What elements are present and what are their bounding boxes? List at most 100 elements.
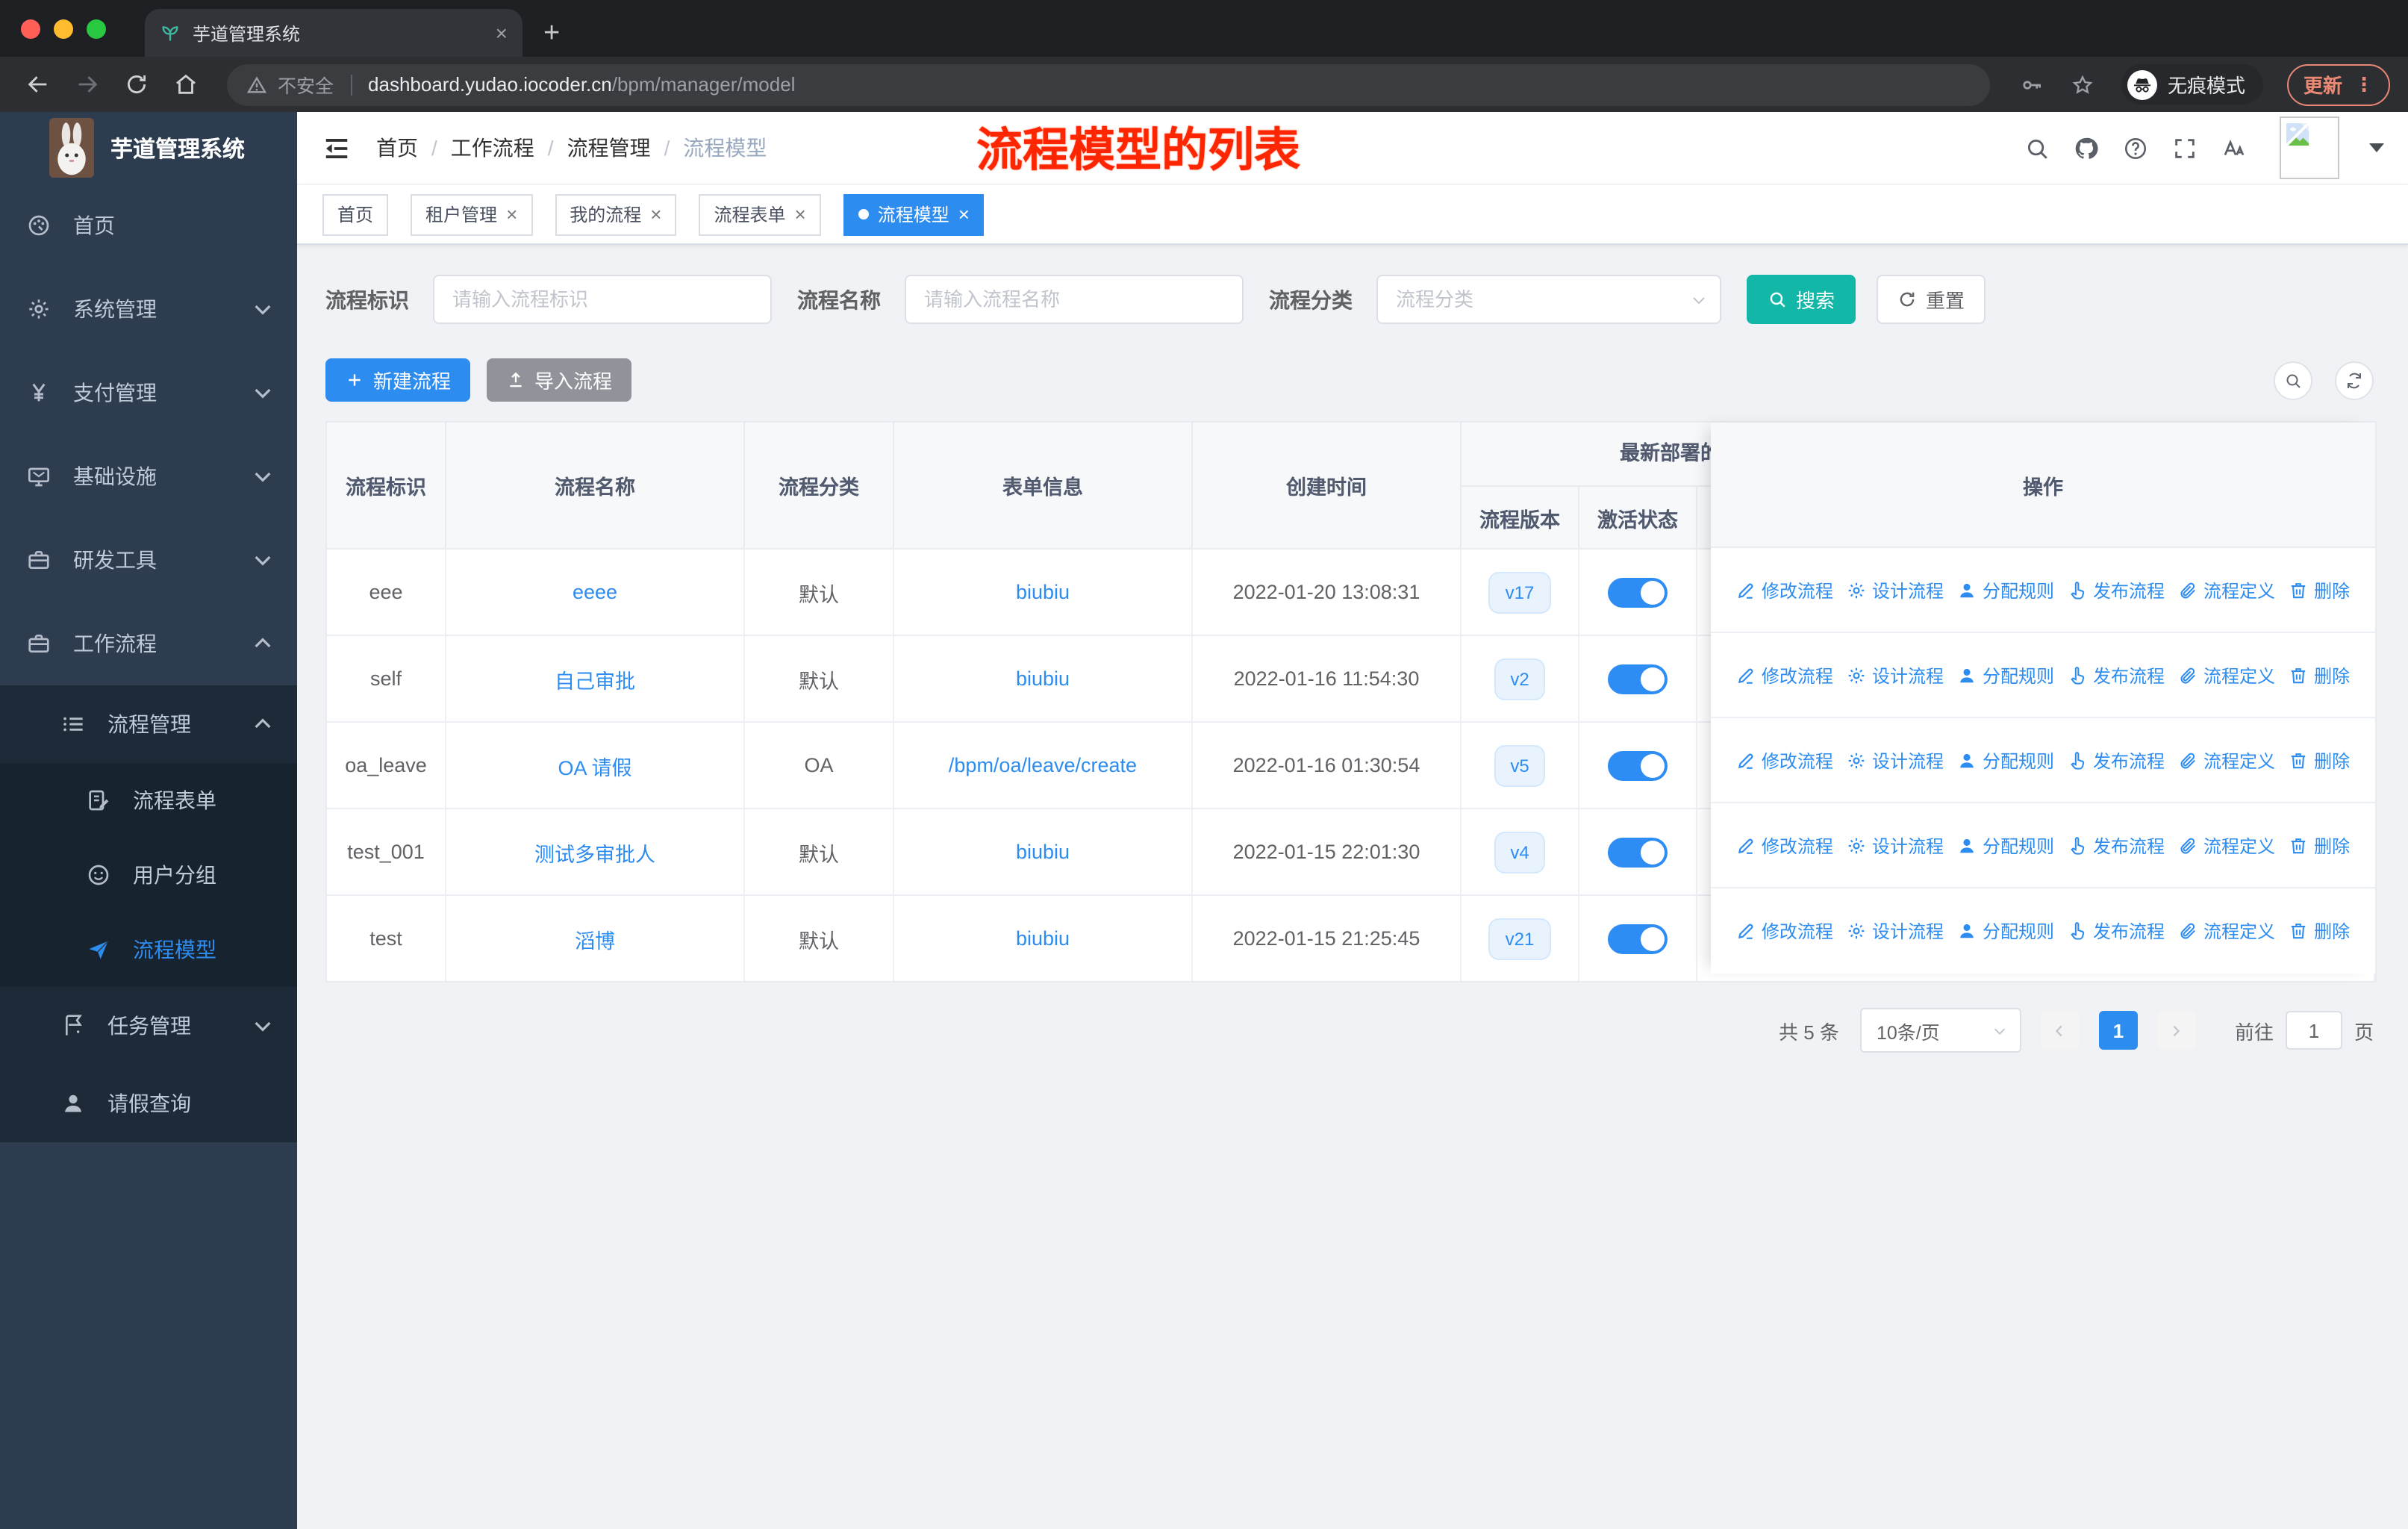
font-size-icon[interactable] [2221, 135, 2247, 161]
action-definition-link[interactable]: 流程定义 [2178, 662, 2275, 688]
address-bar[interactable]: 不安全 dashboard.yudao.iocoder.cn/bpm/manag… [227, 63, 1990, 105]
action-delete-link[interactable]: 删除 [2289, 747, 2350, 773]
action-design-link[interactable]: 设计流程 [1847, 918, 1944, 944]
breadcrumb-item[interactable]: 流程管理 [567, 133, 651, 163]
sidebar-item-system[interactable]: 系统管理 [0, 267, 297, 351]
security-label[interactable]: 不安全 [278, 70, 334, 99]
action-definition-link[interactable]: 流程定义 [2178, 577, 2275, 602]
breadcrumb-item[interactable]: 工作流程 [451, 133, 534, 163]
action-assign-link[interactable]: 分配规则 [1957, 662, 2054, 688]
action-modify-link[interactable]: 修改流程 [1736, 747, 1833, 773]
create-process-button[interactable]: 新建流程 [325, 358, 471, 402]
action-publish-link[interactable]: 发布流程 [2068, 662, 2165, 688]
maximize-window-button[interactable] [87, 19, 106, 38]
close-tab-icon[interactable]: × [496, 22, 508, 43]
active-toggle[interactable] [1608, 664, 1668, 694]
close-window-button[interactable] [21, 19, 40, 38]
user-avatar[interactable] [2280, 116, 2339, 179]
reset-button[interactable]: 重置 [1877, 275, 1986, 324]
action-assign-link[interactable]: 分配规则 [1957, 832, 2054, 858]
action-design-link[interactable]: 设计流程 [1847, 662, 1944, 688]
minimize-window-button[interactable] [54, 19, 73, 38]
action-publish-link[interactable]: 发布流程 [2068, 747, 2165, 773]
home-icon[interactable] [173, 72, 199, 97]
action-delete-link[interactable]: 删除 [2289, 918, 2350, 944]
action-modify-link[interactable]: 修改流程 [1736, 918, 1833, 944]
forward-icon[interactable] [75, 72, 100, 97]
form-info-link[interactable]: biubiu [1016, 841, 1070, 863]
avatar-dropdown-icon[interactable] [2369, 143, 2384, 152]
sidebar-item-payment[interactable]: 支付管理 [0, 351, 297, 435]
new-tab-button[interactable]: + [543, 19, 560, 48]
tab-my-process[interactable]: 我的流程 × [555, 193, 677, 235]
back-icon[interactable] [25, 72, 51, 97]
update-button[interactable]: 更新 ⋮ [2286, 63, 2390, 105]
sidebar-item-task-mgmt[interactable]: 任务管理 [0, 987, 297, 1065]
action-definition-link[interactable]: 流程定义 [2178, 832, 2275, 858]
browser-menu-icon[interactable]: ⋮ [2354, 72, 2374, 96]
process-id-input[interactable] [433, 275, 772, 324]
github-icon[interactable] [2074, 135, 2099, 161]
form-info-link[interactable]: biubiu [1016, 927, 1070, 950]
tab-home[interactable]: 首页 [322, 193, 389, 235]
page-size-select[interactable]: 10条/页 [1859, 1008, 2021, 1053]
form-info-link[interactable]: biubiu [1016, 667, 1070, 690]
reload-icon[interactable] [124, 72, 149, 97]
action-design-link[interactable]: 设计流程 [1847, 577, 1944, 602]
sidebar-item-process-form[interactable]: 流程表单 [0, 763, 297, 838]
key-icon[interactable] [2020, 72, 2044, 96]
process-name-link[interactable]: 滔博 [575, 924, 615, 953]
action-modify-link[interactable]: 修改流程 [1736, 832, 1833, 858]
sidebar-item-process-model[interactable]: 流程模型 [0, 912, 297, 987]
action-publish-link[interactable]: 发布流程 [2068, 918, 2165, 944]
fullscreen-icon[interactable] [2172, 135, 2198, 161]
help-icon[interactable] [2123, 135, 2148, 161]
search-button[interactable]: 搜索 [1747, 275, 1856, 324]
goto-page-input[interactable] [2285, 1011, 2342, 1050]
breadcrumb-item[interactable]: 首页 [376, 133, 418, 163]
close-icon[interactable]: × [650, 205, 661, 224]
sidebar-item-user-group[interactable]: 用户分组 [0, 838, 297, 912]
sidebar-item-workflow[interactable]: 工作流程 [0, 602, 297, 685]
action-assign-link[interactable]: 分配规则 [1957, 918, 2054, 944]
action-assign-link[interactable]: 分配规则 [1957, 577, 2054, 602]
action-definition-link[interactable]: 流程定义 [2178, 747, 2275, 773]
action-delete-link[interactable]: 删除 [2289, 662, 2350, 688]
action-publish-link[interactable]: 发布流程 [2068, 832, 2165, 858]
sidebar-item-home[interactable]: 首页 [0, 184, 297, 267]
tab-process-model[interactable]: 流程模型 × [843, 193, 985, 235]
action-assign-link[interactable]: 分配规则 [1957, 747, 2054, 773]
action-delete-link[interactable]: 删除 [2289, 577, 2350, 602]
process-name-input[interactable] [905, 275, 1244, 324]
process-name-link[interactable]: eeee [573, 581, 617, 603]
breadcrumb-item[interactable]: 流程模型 [683, 133, 767, 163]
action-delete-link[interactable]: 删除 [2289, 832, 2350, 858]
bookmark-star-icon[interactable] [2071, 72, 2094, 96]
action-modify-link[interactable]: 修改流程 [1736, 662, 1833, 688]
page-number-active[interactable]: 1 [2098, 1011, 2138, 1050]
close-icon[interactable]: × [958, 205, 970, 224]
action-design-link[interactable]: 设计流程 [1847, 747, 1944, 773]
window-controls[interactable] [0, 0, 127, 57]
form-info-link[interactable]: /bpm/oa/leave/create [949, 754, 1137, 776]
active-toggle[interactable] [1608, 750, 1668, 780]
browser-tab[interactable]: 芋道管理系统 × [145, 9, 523, 57]
next-page-button[interactable] [2156, 1011, 2196, 1050]
close-icon[interactable]: × [506, 205, 517, 224]
sidebar-item-leave-query[interactable]: 请假查询 [0, 1065, 297, 1142]
active-toggle[interactable] [1608, 924, 1668, 953]
import-process-button[interactable]: 导入流程 [487, 358, 632, 402]
prev-page-button[interactable] [2040, 1011, 2080, 1050]
form-info-link[interactable]: biubiu [1016, 581, 1070, 603]
sidebar-fold-icon[interactable] [322, 134, 351, 162]
sidebar-item-infra[interactable]: 基础设施 [0, 435, 297, 518]
sidebar-item-process-mgmt[interactable]: 流程管理 [0, 685, 297, 763]
action-modify-link[interactable]: 修改流程 [1736, 577, 1833, 602]
search-icon[interactable] [2024, 135, 2050, 161]
tab-tenant[interactable]: 租户管理 × [411, 193, 533, 235]
active-toggle[interactable] [1608, 577, 1668, 607]
category-select-input[interactable] [1376, 275, 1721, 324]
tab-process-form[interactable]: 流程表单 × [699, 193, 821, 235]
toggle-search-button[interactable] [2274, 361, 2312, 399]
app-logo[interactable]: 芋道管理系统 [0, 112, 297, 184]
